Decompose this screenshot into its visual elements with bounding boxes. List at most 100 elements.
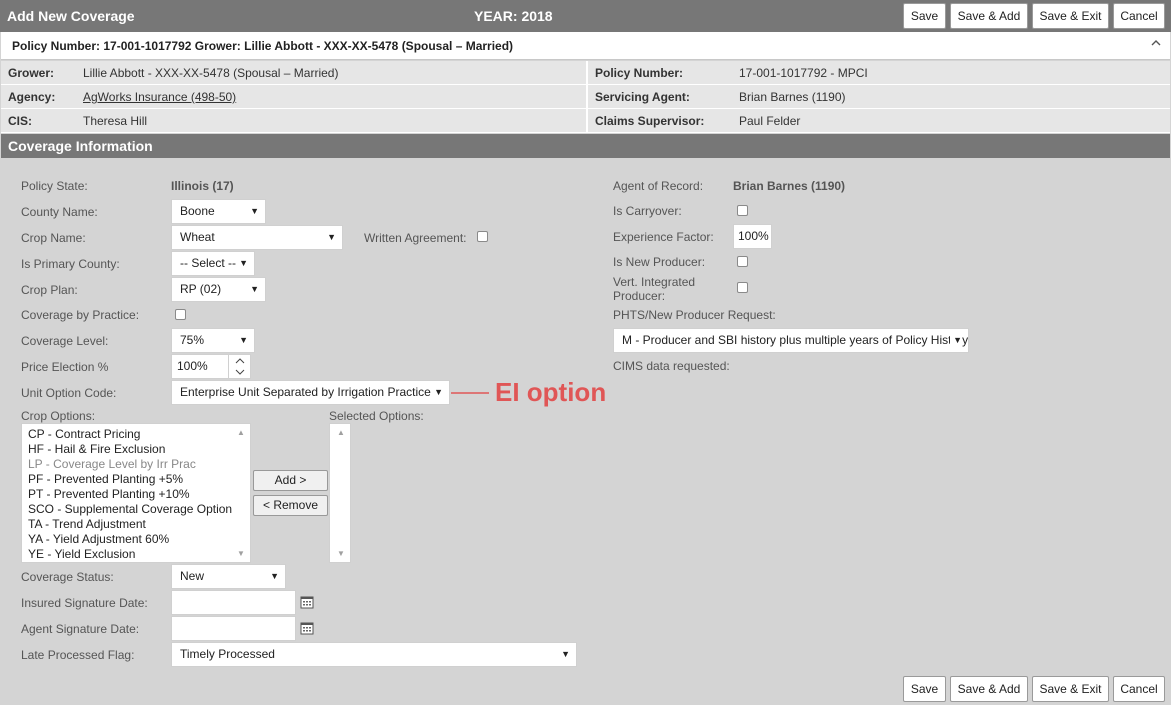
scroll-up-icon[interactable]: ▲	[237, 428, 245, 437]
written-agreement-checkbox[interactable]	[477, 231, 488, 242]
scrollbar[interactable]: ▲ ▼	[334, 424, 350, 562]
crop-plan-value: RP (02)	[180, 282, 222, 296]
dropdown-arrow-icon: ▼	[327, 232, 336, 242]
late-processed-flag-label: Late Processed Flag:	[21, 648, 135, 662]
coverage-by-practice-checkbox[interactable]	[175, 309, 186, 320]
calendar-icon[interactable]	[297, 590, 317, 615]
save-and-exit-button-top[interactable]: Save & Exit	[1032, 3, 1109, 29]
vert-integrated-label-line1: Vert. Integrated	[613, 275, 696, 289]
crop-name-select[interactable]: Wheat ▼	[171, 225, 343, 250]
crop-option-item[interactable]: YA - Yield Adjustment 60%	[28, 532, 169, 546]
selected-options-label: Selected Options:	[329, 409, 424, 423]
dropdown-arrow-icon: ▼	[434, 387, 443, 397]
dropdown-arrow-icon: ▼	[239, 335, 248, 345]
coverage-level-select[interactable]: 75% ▼	[171, 328, 255, 353]
crop-option-item[interactable]: CP - Contract Pricing	[28, 427, 140, 441]
price-election-value: 100%	[177, 359, 208, 373]
county-name-label: County Name:	[21, 205, 98, 219]
remove-option-button[interactable]: < Remove	[253, 495, 328, 516]
cis-label: CIS:	[8, 114, 32, 128]
crop-option-item[interactable]: SCO - Supplemental Coverage Option	[28, 502, 232, 516]
late-processed-flag-value: Timely Processed	[180, 647, 275, 661]
selected-options-listbox[interactable]: ▲ ▼	[329, 423, 351, 563]
coverage-level-value: 75%	[180, 333, 205, 347]
dropdown-arrow-icon: ▼	[561, 649, 570, 659]
cims-data-requested-label: CIMS data requested:	[613, 359, 730, 373]
experience-factor-input[interactable]: 100%	[733, 224, 772, 249]
cancel-button-top[interactable]: Cancel	[1113, 3, 1165, 29]
crop-option-item[interactable]: YE - Yield Exclusion	[28, 547, 135, 561]
dropdown-arrow-icon: ▼	[250, 206, 259, 216]
is-new-producer-label: Is New Producer:	[613, 255, 706, 269]
crop-name-label: Crop Name:	[21, 231, 86, 245]
scroll-down-icon[interactable]: ▼	[237, 549, 245, 558]
phts-select[interactable]: M - Producer and SBI history plus multip…	[613, 328, 969, 353]
coverage-status-label: Coverage Status:	[21, 570, 114, 584]
save-and-add-button-top[interactable]: Save & Add	[950, 3, 1028, 29]
chevron-up-icon[interactable]	[1150, 36, 1162, 52]
price-election-label: Price Election %	[21, 360, 109, 374]
crop-option-item[interactable]: HF - Hail & Fire Exclusion	[28, 442, 165, 456]
save-button-bottom[interactable]: Save	[903, 676, 946, 702]
phts-value: M - Producer and SBI history plus multip…	[622, 333, 969, 347]
title-bar: Add New Coverage YEAR: 2018 Save Save & …	[0, 0, 1171, 32]
scroll-down-icon[interactable]: ▼	[337, 549, 345, 558]
claims-supervisor-value: Paul Felder	[739, 114, 801, 128]
coverage-by-practice-label: Coverage by Practice:	[21, 308, 140, 322]
coverage-status-value: New	[180, 569, 205, 583]
info-row-3: CIS: Theresa Hill Claims Supervisor: Pau…	[1, 109, 1170, 133]
agency-link[interactable]: AgWorks Insurance (498-50)	[83, 90, 236, 104]
policy-header[interactable]: Policy Number: 17-001-1017792 Grower: Li…	[1, 32, 1170, 60]
crop-name-value: Wheat	[180, 230, 215, 244]
agency-label: Agency:	[8, 90, 56, 104]
servicing-agent-label: Servicing Agent:	[595, 90, 690, 104]
grower-value: Lillie Abbott - XXX-XX-5478 (Spousal – M…	[83, 66, 339, 80]
coverage-level-label: Coverage Level:	[21, 334, 109, 348]
agent-signature-date-input[interactable]	[171, 616, 296, 641]
policy-header-text: Policy Number: 17-001-1017792 Grower: Li…	[12, 39, 514, 53]
is-new-producer-checkbox[interactable]	[737, 256, 748, 267]
is-primary-county-select[interactable]: -- Select -- ▼	[171, 251, 255, 276]
crop-option-item[interactable]: TA - Trend Adjustment	[28, 517, 146, 531]
crop-plan-select[interactable]: RP (02) ▼	[171, 277, 266, 302]
stepper-buttons[interactable]	[228, 355, 250, 378]
policy-state-value: Illinois (17)	[171, 179, 234, 193]
crop-option-item: LP - Coverage Level by Irr Prac	[28, 457, 196, 471]
dropdown-arrow-icon: ▼	[270, 571, 279, 581]
crop-options-label: Crop Options:	[21, 409, 96, 423]
insured-signature-date-input[interactable]	[171, 590, 296, 615]
scrollbar[interactable]: ▲ ▼	[234, 424, 250, 562]
vert-integrated-checkbox[interactable]	[737, 282, 748, 293]
coverage-section-header: Coverage Information	[1, 134, 1170, 158]
dropdown-arrow-icon: ▼	[239, 258, 248, 268]
agent-signature-date-label: Agent Signature Date:	[21, 622, 140, 636]
save-button-top[interactable]: Save	[903, 3, 946, 29]
is-carryover-checkbox[interactable]	[737, 205, 748, 216]
save-and-add-button-bottom[interactable]: Save & Add	[950, 676, 1028, 702]
calendar-icon[interactable]	[297, 616, 317, 641]
year-label: YEAR: 2018	[474, 8, 553, 24]
phts-label: PHTS/New Producer Request:	[613, 308, 776, 322]
county-name-select[interactable]: Boone ▼	[171, 199, 266, 224]
crop-option-item[interactable]: PF - Prevented Planting +5%	[28, 472, 183, 486]
coverage-section-title: Coverage Information	[8, 138, 153, 154]
cis-value: Theresa Hill	[83, 114, 148, 128]
scroll-up-icon[interactable]: ▲	[337, 428, 345, 437]
crop-option-item[interactable]: PT - Prevented Planting +10%	[28, 487, 190, 501]
cancel-button-bottom[interactable]: Cancel	[1113, 676, 1165, 702]
policy-number-label: Policy Number:	[595, 66, 684, 80]
servicing-agent-value: Brian Barnes (1190)	[739, 90, 846, 104]
price-election-stepper[interactable]: 100%	[171, 354, 251, 379]
coverage-status-select[interactable]: New ▼	[171, 564, 286, 589]
info-row-2: Agency: AgWorks Insurance (498-50) Servi…	[1, 85, 1170, 109]
unit-option-code-select[interactable]: Enterprise Unit Separated by Irrigation …	[171, 380, 450, 405]
insured-signature-date-label: Insured Signature Date:	[21, 596, 148, 610]
late-processed-flag-select[interactable]: Timely Processed ▼	[171, 642, 577, 667]
vert-integrated-label-line2: Producer:	[613, 289, 666, 303]
crop-options-listbox[interactable]: ▲ ▼ CP - Contract Pricing HF - Hail & Fir…	[21, 423, 251, 563]
policy-number-value: 17-001-1017792 - MPCI	[739, 66, 868, 80]
add-option-button[interactable]: Add >	[253, 470, 328, 491]
county-name-value: Boone	[180, 204, 215, 218]
save-and-exit-button-bottom[interactable]: Save & Exit	[1032, 676, 1109, 702]
agent-of-record-label: Agent of Record:	[613, 179, 704, 193]
